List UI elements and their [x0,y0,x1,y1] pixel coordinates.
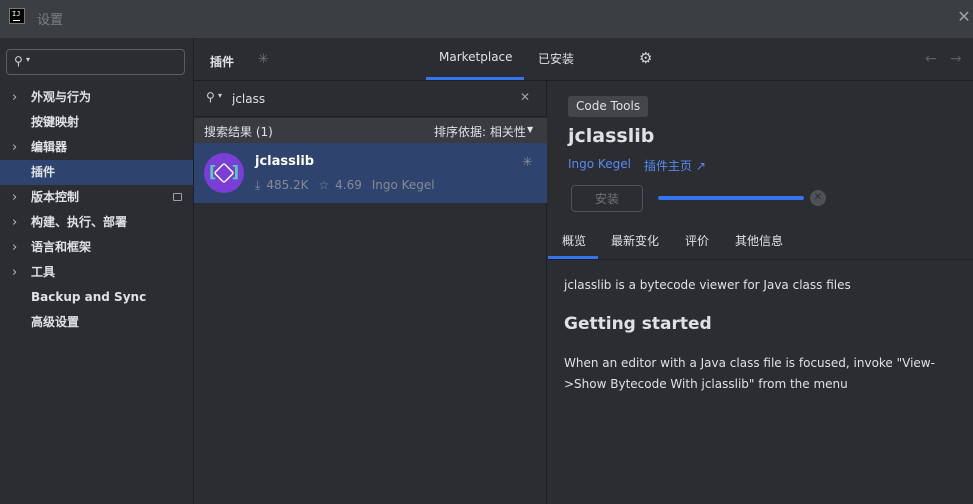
back-arrow-icon[interactable]: ← [925,51,937,67]
sidebar-item-label: 语言和框架 [31,240,92,254]
plugins-header: 插件 ✳ Marketplace 已安装 ⚙ ← → [194,38,973,81]
sidebar-item-version-control[interactable]: › 版本控制 [0,185,193,210]
chevron-right-icon: › [12,90,18,105]
sidebar-item-keymap[interactable]: 按键映射 [0,110,193,135]
chevron-right-icon: › [12,240,18,255]
plugin-search-row: ⚲ ▾ ✕ [194,81,547,117]
tab-installed[interactable]: 已安装 [538,50,574,67]
sidebar-item-languages[interactable]: › 语言和框架 [0,235,193,260]
vendor-link[interactable]: Ingo Kegel [568,157,631,171]
chevron-down-icon: ▾ [218,91,223,100]
page-title: 插件 [210,55,235,69]
active-tab-indicator [426,77,524,80]
close-icon[interactable]: ✕ [954,7,973,27]
sidebar-item-advanced[interactable]: 高级设置 [0,310,193,335]
window-title: 设置 [37,13,64,28]
sidebar-item-backup-sync[interactable]: Backup and Sync [0,285,193,310]
sidebar-item-label: 按键映射 [31,115,80,129]
search-icon: ⚲ [206,90,215,104]
sidebar-item-label: 外观与行为 [31,90,92,104]
download-icon: ⤓ [255,178,261,192]
plugin-name: jclasslib [255,154,315,169]
sidebar-item-tools[interactable]: › 工具 [0,260,193,285]
project-scope-icon [173,193,182,201]
plugin-meta: ⤓ 485.2K ☆ 4.69 Ingo Kegel [255,178,441,193]
tab-reviews[interactable]: 评价 [685,232,709,249]
plugin-logo-icon: [ ] [204,153,244,193]
download-count: 485.2K [266,178,309,192]
external-link-icon: ↗ [695,159,706,173]
category-badge: Code Tools [568,96,649,117]
sidebar-item-label: 高级设置 [31,315,80,329]
clear-search-icon[interactable]: ✕ [520,90,530,104]
app-logo-icon: IJ [9,8,25,24]
sidebar-item-label: Backup and Sync [31,290,147,304]
plugin-detail-panel: Code Tools jclasslib Ingo Kegel 插件主页 ↗ 安… [548,81,973,504]
title-bar: IJ 设置 ✕ [0,0,973,38]
sidebar-item-plugins[interactable]: 插件 [0,160,193,185]
divider [548,259,973,260]
section-body: When an editor with a Java class file is… [564,356,935,391]
search-icon: ⚲ [14,54,23,68]
plugin-title: jclasslib [568,125,655,147]
sidebar-item-label: 编辑器 [31,140,68,154]
gear-icon[interactable]: ⚙ [639,49,652,67]
sidebar-item-editor[interactable]: › 编辑器 [0,135,193,160]
section-heading: Getting started [564,314,712,334]
plugin-search-input[interactable] [232,89,502,109]
sidebar-item-build[interactable]: › 构建、执行、部署 [0,210,193,235]
install-button[interactable]: 安装 [571,185,643,212]
chevron-down-icon: ▼ [527,125,534,134]
plugin-description: jclasslib is a bytecode viewer for Java … [564,278,851,292]
cancel-install-icon[interactable]: ✕ [810,190,826,206]
forward-arrow-icon[interactable]: → [950,51,962,67]
sidebar-item-label: 工具 [31,265,56,279]
star-icon: ☆ [318,178,330,192]
settings-sidebar: ⚲ ▾ › 外观与行为 按键映射 › 编辑器 插件 › 版本控制 › 构建、执行… [0,38,194,504]
chevron-right-icon: › [12,190,18,205]
app-logo-text: IJ [12,10,21,18]
chevron-right-icon: › [12,265,18,280]
sort-dropdown[interactable]: 排序依据: 相关性 [434,123,526,140]
sidebar-item-label: 构建、执行、部署 [31,215,128,229]
loading-spinner-icon: ✳ [258,52,269,67]
tab-marketplace[interactable]: Marketplace [439,50,513,64]
chevron-right-icon: › [12,215,18,230]
rating-value: 4.69 [335,178,362,192]
chevron-down-icon: ▾ [26,55,31,64]
results-count-label: 搜索结果 (1) [204,125,273,139]
loading-spinner-icon: ✳ [522,155,533,170]
plugin-list-item[interactable]: [ ] jclasslib ⤓ 485.2K ☆ 4.69 Ingo Kegel ✳ [194,143,547,203]
chevron-right-icon: › [12,140,18,155]
plugin-homepage-link[interactable]: 插件主页 ↗ [644,157,706,174]
install-progress-fill [658,196,804,200]
tab-whats-new[interactable]: 最新变化 [611,232,659,249]
install-progress-bar [658,196,804,200]
sidebar-item-label: 插件 [31,165,56,179]
homepage-label: 插件主页 [644,159,693,173]
vendor-name: Ingo Kegel [371,178,435,192]
results-bar: 搜索结果 (1) 排序依据: 相关性 ▼ [194,118,547,143]
sidebar-search-input[interactable]: ⚲ ▾ [6,49,185,75]
sidebar-item-appearance[interactable]: › 外观与行为 [0,85,193,110]
plugin-list-panel: ⚲ ▾ ✕ 搜索结果 (1) 排序依据: 相关性 ▼ [ ] jclasslib… [194,81,547,504]
sidebar-item-label: 版本控制 [31,190,80,204]
tab-additional-info[interactable]: 其他信息 [735,232,783,249]
tab-overview[interactable]: 概览 [562,232,586,249]
